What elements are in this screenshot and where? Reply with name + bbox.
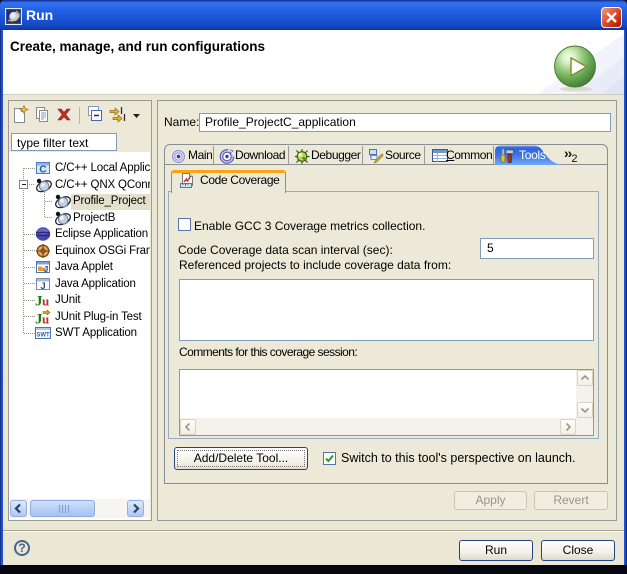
- svg-text:J: J: [44, 264, 49, 274]
- svg-text:SWT: SWT: [36, 333, 50, 339]
- svg-text:C: C: [39, 165, 46, 176]
- svg-text:u: u: [42, 294, 49, 309]
- svg-text:J: J: [40, 281, 45, 292]
